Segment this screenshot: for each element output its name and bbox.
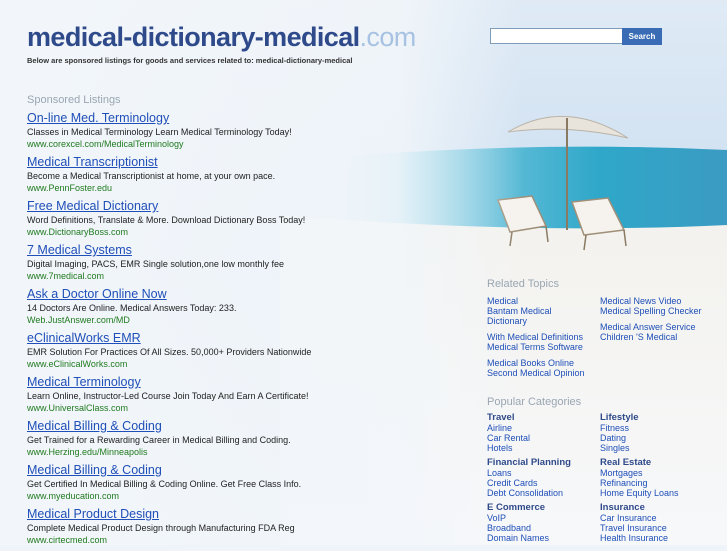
listing-item: Medical Product Design Complete Medical P… <box>27 507 447 551</box>
category-heading-link[interactable]: Real Estate <box>600 457 679 468</box>
category-block: Travel Airline Car Rental Hotels <box>487 412 530 453</box>
popular-categories-heading: Popular Categories <box>487 396 582 408</box>
listing-description: 14 Doctors Are Online. Medical Answers T… <box>27 303 237 313</box>
listing-url-link[interactable]: www.DictionaryBoss.com <box>27 226 447 238</box>
related-topic-link[interactable]: Second Medical Opinion <box>487 368 585 378</box>
category-heading-link[interactable]: Financial Planning <box>487 457 571 468</box>
listing-url-link[interactable]: www.Herzing.edu/Minneapolis <box>27 446 447 458</box>
related-topic-link[interactable]: Medical Spelling Checker <box>600 306 702 316</box>
sponsored-listings: On-line Med. Terminology Classes in Medic… <box>27 111 447 551</box>
category-item-link[interactable]: Domain Names <box>487 533 549 543</box>
related-topic-link[interactable]: Medical Answer Service <box>600 322 702 332</box>
listing-url-link[interactable]: www.eClinicalWorks.com <box>27 358 447 370</box>
listing-description: EMR Solution For Practices Of All Sizes.… <box>27 347 312 357</box>
listing-url-link[interactable]: www.PennFoster.edu <box>27 182 447 194</box>
listing-url-link[interactable]: www.corexcel.com/MedicalTerminology <box>27 138 447 150</box>
listing-description: Get Trained for a Rewarding Career in Me… <box>27 435 291 445</box>
sponsored-intro-text: Below are sponsored listings for goods a… <box>27 56 353 65</box>
category-heading-link[interactable]: Travel <box>487 412 530 423</box>
category-item-link[interactable]: VoIP <box>487 513 549 523</box>
category-item-link[interactable]: Health Insurance <box>600 533 668 543</box>
category-item-link[interactable]: Dating <box>600 433 639 443</box>
listing-description: Classes in Medical Terminology Learn Med… <box>27 127 292 137</box>
search-input[interactable] <box>490 28 624 44</box>
category-item-link[interactable]: Debt Consolidation <box>487 488 571 498</box>
listing-description: Become a Medical Transcriptionist at hom… <box>27 171 276 181</box>
category-item-link[interactable]: Car Rental <box>487 433 530 443</box>
listing-item: On-line Med. Terminology Classes in Medic… <box>27 111 447 155</box>
listing-url-link[interactable]: Web.JustAnswer.com/MD <box>27 314 447 326</box>
category-block: Lifestyle Fitness Dating Singles <box>600 412 639 453</box>
category-block: Real Estate Mortgages Refinancing Home Equi… <box>600 457 679 498</box>
related-topic-link[interactable]: Medical News Video <box>600 296 702 306</box>
listing-title-link[interactable]: eClinicalWorks EMR <box>27 331 447 346</box>
related-topics-right: Medical News Video Medical Spelling Check… <box>600 296 702 342</box>
listing-item: eClinicalWorks EMR EMR Solution For Pract… <box>27 331 447 375</box>
search-button[interactable]: Search <box>622 28 662 45</box>
listing-title-link[interactable]: Ask a Doctor Online Now <box>27 287 447 302</box>
related-topic-link[interactable]: With Medical Definitions <box>487 332 585 342</box>
category-item-link[interactable]: Credit Cards <box>487 478 571 488</box>
listing-description: Learn Online, Instructor-Led Course Join… <box>27 391 309 401</box>
listing-description: Word Definitions, Translate & More. Down… <box>27 215 306 225</box>
listing-item: Medical Terminology Learn Online, Instruc… <box>27 375 447 419</box>
listing-description: Get Certified In Medical Billing & Codin… <box>27 479 302 489</box>
category-heading-link[interactable]: E Commerce <box>487 502 549 513</box>
category-item-link[interactable]: Refinancing <box>600 478 679 488</box>
listing-description: Complete Medical Product Design through … <box>27 523 295 533</box>
listing-title-link[interactable]: Medical Transcriptionist <box>27 155 447 170</box>
listing-title-link[interactable]: On-line Med. Terminology <box>27 111 447 126</box>
category-item-link[interactable]: Loans <box>487 468 571 478</box>
listing-item: Ask a Doctor Online Now 14 Doctors Are On… <box>27 287 447 331</box>
related-topics-heading: Related Topics <box>487 278 559 290</box>
listing-description: Digital Imaging, PACS, EMR Single soluti… <box>27 259 284 269</box>
listing-title-link[interactable]: Medical Billing & Coding <box>27 419 447 434</box>
listing-title-link[interactable]: Medical Terminology <box>27 375 447 390</box>
listing-item: 7 Medical Systems Digital Imaging, PACS, … <box>27 243 447 287</box>
category-item-link[interactable]: Hotels <box>487 443 530 453</box>
listing-url-link[interactable]: www.cirtecmed.com <box>27 534 447 546</box>
category-item-link[interactable]: Broadband <box>487 523 549 533</box>
related-topic-link[interactable]: Medical Books Online <box>487 358 585 368</box>
related-topic-link[interactable]: Bantam Medical <box>487 306 585 316</box>
listing-item: Free Medical Dictionary Word Definitions,… <box>27 199 447 243</box>
listing-item: Medical Transcriptionist Become a Medical… <box>27 155 447 199</box>
listing-title-link[interactable]: Medical Billing & Coding <box>27 463 447 478</box>
category-item-link[interactable]: Singles <box>600 443 639 453</box>
category-block: Insurance Car Insurance Travel Insurance He… <box>600 502 668 543</box>
category-item-link[interactable]: Airline <box>487 423 530 433</box>
site-name: medical-dictionary-medical <box>27 22 360 52</box>
category-heading-link[interactable]: Insurance <box>600 502 668 513</box>
listing-title-link[interactable]: Free Medical Dictionary <box>27 199 447 214</box>
listing-title-link[interactable]: Medical Product Design <box>27 507 447 522</box>
category-item-link[interactable]: Fitness <box>600 423 639 433</box>
site-tld: .com <box>359 22 417 52</box>
site-title[interactable]: medical-dictionary-medical.com <box>27 22 416 53</box>
category-item-link[interactable]: Travel Insurance <box>600 523 668 533</box>
related-topic-link[interactable]: Dictionary <box>487 316 585 326</box>
listing-item: Medical Billing & Coding Get Trained for … <box>27 419 447 463</box>
category-item-link[interactable]: Car Insurance <box>600 513 668 523</box>
category-block: Financial Planning Loans Credit Cards Debt … <box>487 457 571 498</box>
listing-title-link[interactable]: 7 Medical Systems <box>27 243 447 258</box>
listing-url-link[interactable]: www.myeducation.com <box>27 490 447 502</box>
related-topic-link[interactable]: Children 'S Medical <box>600 332 702 342</box>
category-heading-link[interactable]: Lifestyle <box>600 412 639 423</box>
listing-item: Medical Billing & Coding Get Certified In… <box>27 463 447 507</box>
related-topic-link[interactable]: Medical Terms Software <box>487 342 585 352</box>
listing-url-link[interactable]: www.UniversalClass.com <box>27 402 447 414</box>
related-topic-link[interactable]: Medical <box>487 296 585 306</box>
category-item-link[interactable]: Home Equity Loans <box>600 488 679 498</box>
related-topics-left: Medical Bantam Medical Dictionary With Medi… <box>487 296 585 378</box>
listing-url-link[interactable]: www.7medical.com <box>27 270 447 282</box>
category-item-link[interactable]: Mortgages <box>600 468 679 478</box>
category-block: E Commerce VoIP Broadband Domain Names <box>487 502 549 543</box>
sponsored-listings-heading: Sponsored Listings <box>27 94 121 106</box>
